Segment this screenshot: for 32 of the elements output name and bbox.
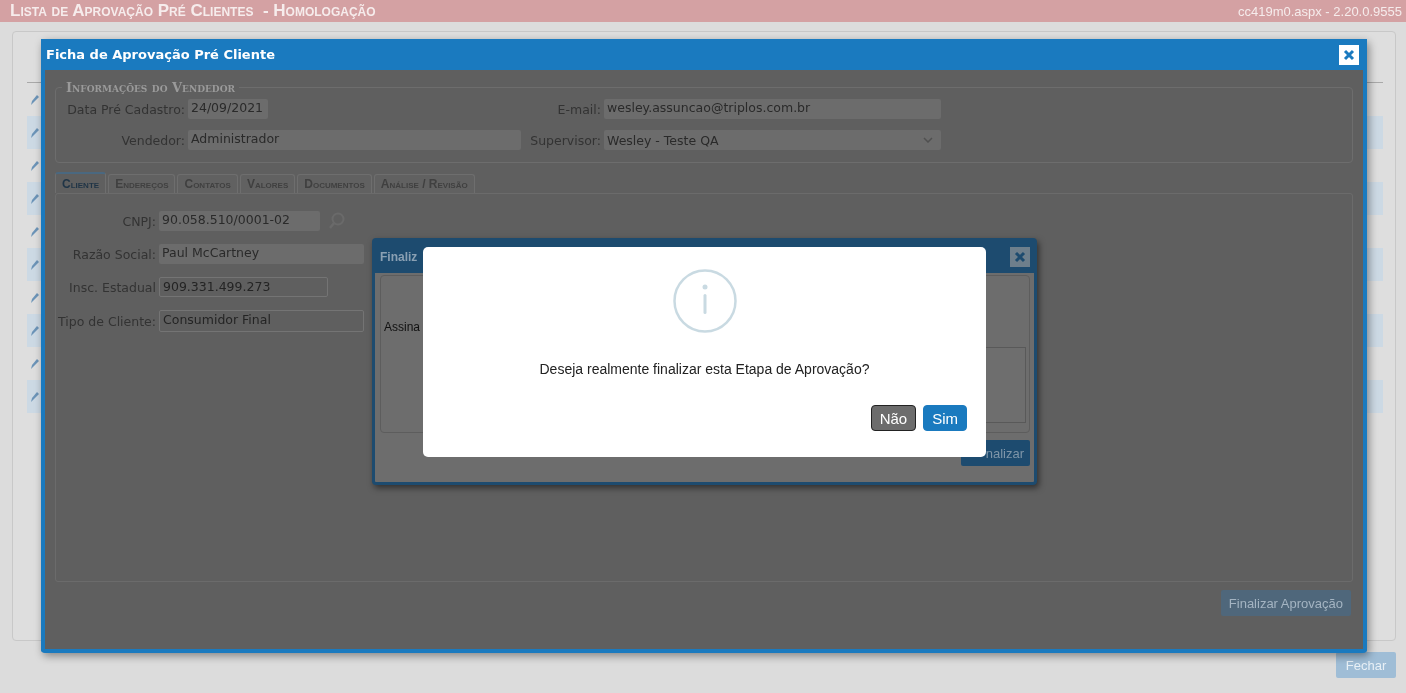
input-field[interactable]: Administrador [188,130,521,150]
select-field[interactable]: Consumidor Final [159,310,364,332]
group-legend: Informações do Vendedor [62,80,239,95]
modal-title: Ficha de Aprovação Pré Cliente [46,47,275,62]
tab[interactable]: Cliente [55,172,107,193]
pencil-icon[interactable] [30,325,39,337]
input-field[interactable]: 909.331.499.273 [159,277,328,297]
info-icon [672,269,737,333]
pencil-icon[interactable] [30,391,39,403]
pencil-icon[interactable] [30,259,39,271]
confirm-button[interactable]: Sim [923,405,967,431]
pencil-icon[interactable] [30,226,39,238]
pencil-icon[interactable] [30,358,39,370]
field-label: Assina [384,320,421,334]
input-field[interactable]: wesley.assuncao@triplos.com.br [604,99,941,119]
finish-approval-button[interactable]: Finalizar Aprovação [1220,590,1351,616]
chevron-down-icon [923,137,933,143]
pencil-icon[interactable] [30,127,39,139]
version-label: cc419m0.aspx - 2.20.0.9555 [1237,3,1402,19]
pencil-icon[interactable] [30,160,39,172]
input-field[interactable]: 24/09/2021 [188,99,268,119]
page-title: Lista de Aprovação Pré Clientes - Homologação [10,1,376,21]
pencil-icon[interactable] [30,94,39,106]
supervisor-select[interactable]: Wesley - Teste QA [604,130,941,150]
pencil-icon[interactable] [30,292,39,304]
close-icon[interactable] [1339,44,1359,65]
dialog-title: Finaliz [380,250,418,264]
confirm-message: Deseja realmente finalizar esta Etapa de Aprovação? [539,361,870,377]
pencil-icon[interactable] [30,193,39,205]
close-icon[interactable] [1010,247,1030,267]
cancel-button[interactable]: Não [870,405,917,431]
close-button[interactable]: Fechar [1336,652,1396,678]
